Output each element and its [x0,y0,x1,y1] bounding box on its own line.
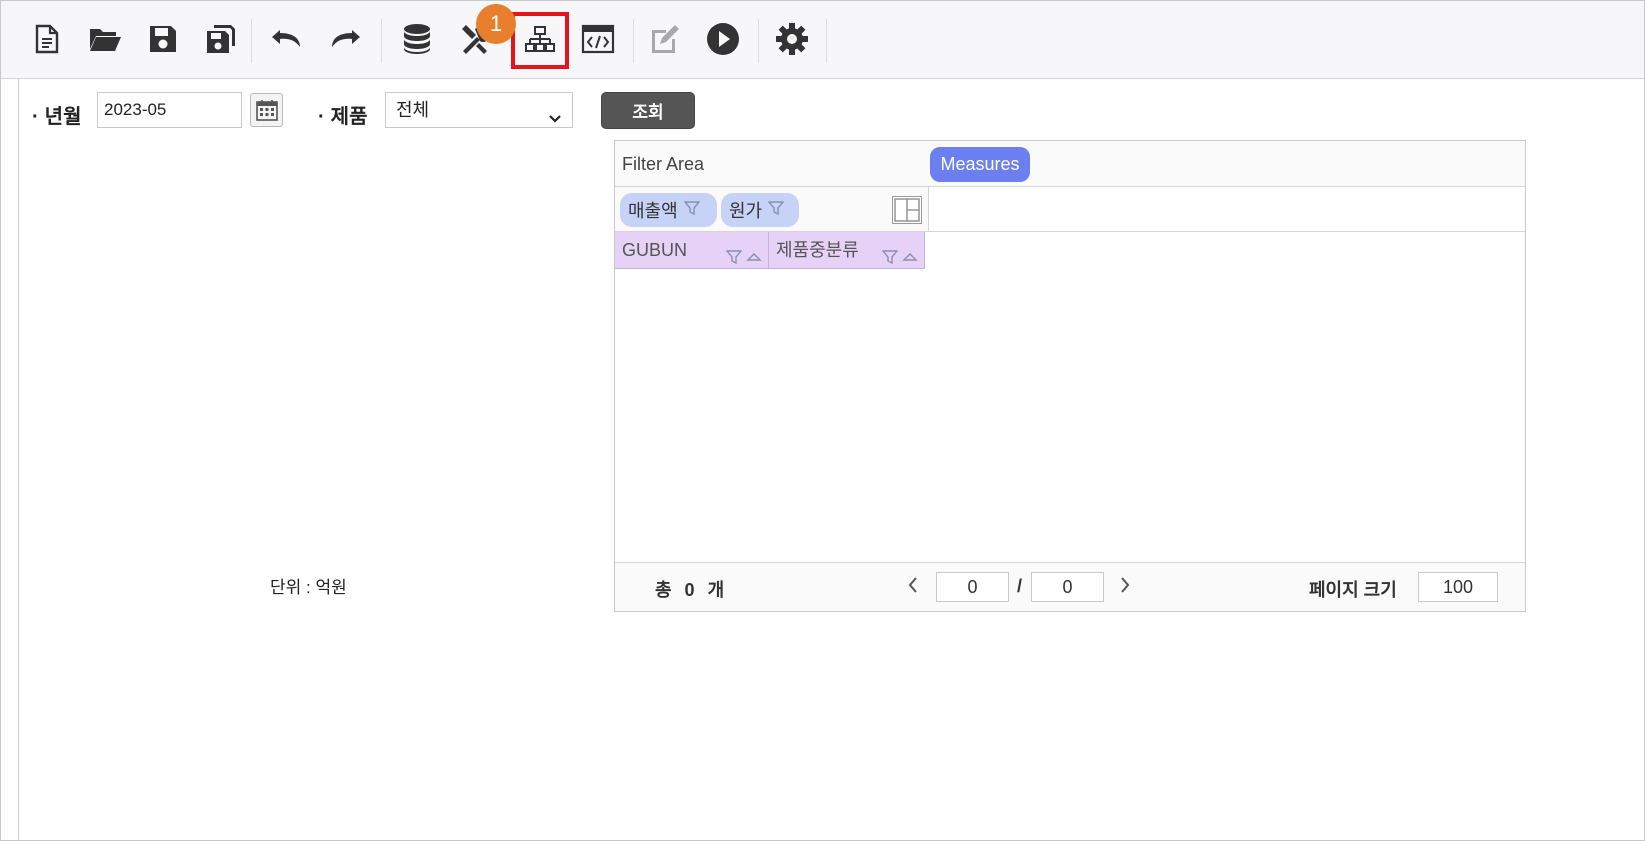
product-select[interactable]: 전체 [385,92,573,128]
page-size-label: 페이지 크기 [1309,580,1397,600]
filter-icon[interactable] [725,241,743,277]
toolbar: 1 [1,1,1644,79]
product-select-value: 전체 [396,100,430,120]
chevron-down-icon [548,103,562,137]
toolbar-separator [381,19,382,63]
current-page-input[interactable]: 0 [936,572,1009,602]
total-count: 총 0 개 [655,580,725,600]
column-field-area [929,187,1525,232]
measures-chip[interactable]: Measures [930,147,1030,182]
filter-area[interactable]: Filter Area [615,141,1525,187]
layout-toggle-icon[interactable] [892,196,922,224]
row-field-gubun[interactable]: GUBUN [615,232,769,269]
settings-icon[interactable] [772,19,812,59]
highlight-box [511,12,569,69]
data-field-label: 원가 [729,201,763,221]
row-field-label: 제품중분류 [776,240,859,260]
data-field-area: 매출액 원가 [615,187,929,232]
row-field-product-category[interactable]: 제품중분류 [769,232,925,269]
save-icon[interactable] [143,19,183,59]
row-field-label: GUBUN [622,240,688,260]
new-document-icon[interactable] [27,19,67,59]
filter-icon[interactable] [767,200,785,221]
data-field-chip-cost[interactable]: 원가 [721,193,799,227]
undo-icon[interactable] [267,19,307,59]
sort-up-icon[interactable] [902,241,918,277]
database-icon[interactable] [397,19,437,59]
step-badge: 1 [476,4,516,44]
sort-up-icon[interactable] [746,241,762,277]
page-size-input[interactable]: 100 [1418,572,1498,602]
product-label-text: 제품 [330,106,368,128]
save-as-icon[interactable] [201,19,241,59]
edit-icon[interactable] [645,19,685,59]
year-month-label: · 년월 [32,106,82,128]
prev-page-icon[interactable] [905,574,921,602]
pager: 총 0 개 0 / 0 페이지 크기 100 [615,562,1525,611]
product-label: · 제품 [318,106,368,128]
filter-icon[interactable] [881,241,899,277]
toolbar-separator [633,19,634,63]
run-icon[interactable] [703,19,743,59]
pivot-grid: Filter Area 매출액 원가 Measures GUBUN 제품중분류 … [614,140,1526,612]
toolbar-separator [758,19,759,63]
calendar-icon[interactable] [250,93,283,127]
year-month-input[interactable]: 2023-05 [97,92,242,128]
code-view-icon[interactable] [578,19,618,59]
unit-label: 단위 : 억원 [270,578,347,597]
data-field-chip-sales[interactable]: 매출액 [620,193,717,227]
page-separator: / [1017,576,1023,596]
toolbar-separator [251,19,252,63]
search-button[interactable]: 조회 [601,92,695,129]
year-month-label-text: 년월 [44,106,82,128]
total-pages: 0 [1031,572,1104,602]
open-folder-icon[interactable] [85,19,125,59]
filter-icon[interactable] [683,200,701,221]
redo-icon[interactable] [325,19,365,59]
data-field-label: 매출액 [628,201,678,221]
next-page-icon[interactable] [1117,574,1133,602]
toolbar-separator [826,19,827,63]
